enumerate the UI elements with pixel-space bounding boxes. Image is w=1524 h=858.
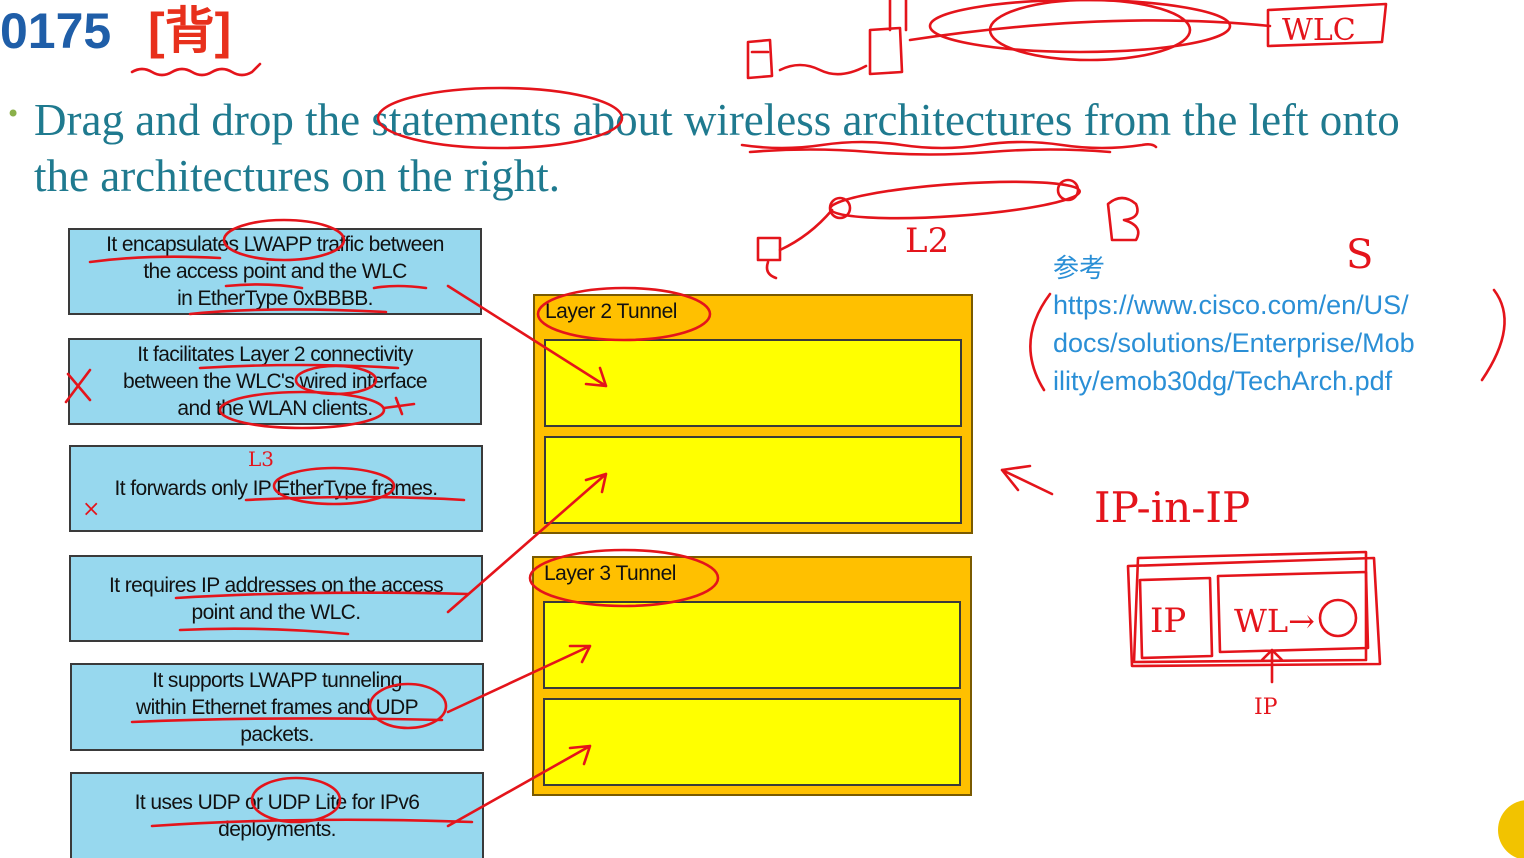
statement-card-2[interactable]: It facilitates Layer 2 connectivity betw…: [68, 338, 482, 425]
statement-card-5[interactable]: It supports LWAPP tunneling within Ether…: [70, 663, 484, 751]
topology-sketch-tunnel-2: [988, 0, 1192, 62]
statement-5-line-2: within Ethernet frames and UDP: [136, 695, 419, 719]
question-tag: [背]: [148, 3, 232, 59]
statement-5-line-3: packets.: [240, 722, 314, 746]
topology-sketch-link: [778, 63, 868, 76]
reference-bracket-left: [1029, 292, 1052, 392]
architecture-label: Layer 3 Tunnel: [544, 562, 676, 585]
statement-card-1[interactable]: It encapsulates LWAPP traffic between th…: [68, 228, 482, 315]
statement-2-line-1: It facilitates Layer 2 connectivity: [137, 343, 413, 366]
statement-card-4[interactable]: It requires IP addresses on the access p…: [69, 555, 483, 642]
wl-box-text: WL→: [1234, 602, 1315, 640]
ip-in-ip-outer-box-2: [1132, 550, 1368, 664]
corner-logo: [1498, 800, 1524, 858]
drop-slot-l2-1[interactable]: [544, 339, 962, 427]
statement-5-line-1: It supports LWAPP tunneling: [152, 668, 402, 692]
pointer-arrow-left: [1000, 464, 1054, 496]
reference-link-line-1: https://www.cisco.com/en/US/: [1053, 290, 1409, 320]
statement-3-line-1: It forwards only IP EtherType frames.: [114, 477, 438, 500]
reference-link-line-2: docs/solutions/Enterprise/Mob: [1053, 328, 1415, 358]
topology-sketch-tunnel-1: [928, 0, 1232, 54]
wlc-box: [1266, 2, 1388, 48]
drop-slot-l2-2[interactable]: [544, 436, 962, 524]
l2-sketch-device-left: [756, 236, 782, 280]
statement-2-line-3: and the WLAN clients.: [177, 397, 373, 420]
statement-1-line-1: It encapsulates LWAPP traffic between: [106, 233, 444, 256]
statement-6-line-1: It uses UDP or UDP Lite for IPv6: [134, 791, 420, 814]
wl-box: [1216, 570, 1370, 654]
l2-sketch-device-right: [1106, 196, 1140, 242]
l2-sketch-link-left: [778, 208, 834, 252]
architecture-layer-3-tunnel: Layer 3 Tunnel: [532, 556, 972, 796]
architecture-layer-2-tunnel: Layer 2 Tunnel: [533, 294, 973, 534]
statement-4-line-2: point and the WLC.: [191, 600, 362, 624]
ip-small-text: IP: [1254, 695, 1278, 720]
drop-slot-l3-1[interactable]: [543, 601, 961, 689]
ip-pointer-line: [1260, 648, 1284, 684]
statement-card-3[interactable]: It forwards only IP EtherType frames.: [69, 445, 483, 532]
topology-sketch-line: [908, 19, 1272, 42]
ip-box-text: IP: [1150, 601, 1186, 641]
question-text: Drag and drop the statements about wirel…: [34, 92, 1524, 204]
topology-sketch-ap: [868, 0, 908, 76]
question-number: 0175: [0, 3, 112, 59]
bullet-icon: •: [6, 100, 21, 128]
statement-6-line-2: deployments.: [218, 818, 336, 841]
s-annotation-text: S: [1346, 232, 1373, 278]
question-line-1: Drag and drop the statements about wirel…: [34, 95, 1400, 145]
reference-link-line-3: ility/emob30dg/TechArch.pdf: [1053, 366, 1393, 396]
l2-annotation-text: L2: [905, 221, 949, 261]
wl-box-node: [1318, 598, 1358, 638]
ip-in-ip-annotation-text: IP-in-IP: [1094, 483, 1250, 532]
topology-sketch-device: [746, 38, 774, 80]
ip-box: [1138, 576, 1214, 660]
question-line-2: the architectures on the right.: [34, 151, 561, 201]
statement-2-line-2: between the WLC's wired interface: [122, 370, 428, 393]
statement-4-line-1: It requires IP addresses on the access: [108, 573, 444, 597]
ip-in-ip-outer-box: [1126, 556, 1382, 668]
drop-slot-l3-2[interactable]: [543, 698, 961, 786]
architecture-label: Layer 2 Tunnel: [545, 300, 677, 323]
statement-1-line-2: the access point and the WLC: [143, 260, 407, 283]
reference-link[interactable]: https://www.cisco.com/en/US/ docs/soluti…: [1053, 286, 1493, 400]
reference-label: 参考: [1053, 254, 1106, 284]
wlc-annotation-text: WLC: [1282, 13, 1356, 48]
statement-card-6[interactable]: It uses UDP or UDP Lite for IPv6 deploym…: [70, 772, 484, 858]
statement-1-line-3: in EtherType 0xBBBB.: [177, 287, 373, 310]
title-underline-squiggle: [130, 62, 262, 77]
